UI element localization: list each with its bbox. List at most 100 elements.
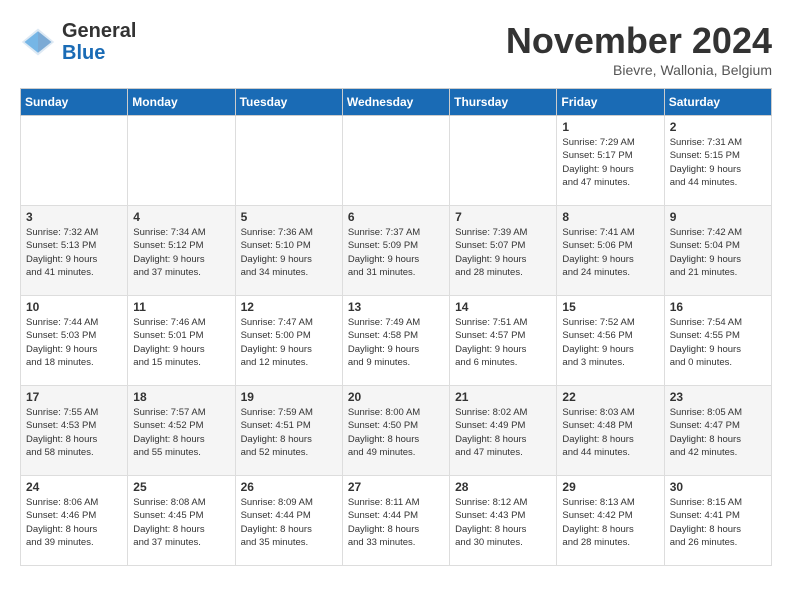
day-info: Sunrise: 7:36 AM Sunset: 5:10 PM Dayligh… [241, 226, 337, 279]
day-number: 30 [670, 480, 766, 494]
day-info: Sunrise: 7:39 AM Sunset: 5:07 PM Dayligh… [455, 226, 551, 279]
day-info: Sunrise: 7:32 AM Sunset: 5:13 PM Dayligh… [26, 226, 122, 279]
day-info: Sunrise: 7:34 AM Sunset: 5:12 PM Dayligh… [133, 226, 229, 279]
calendar-cell: 30 Sunrise: 8:15 AM Sunset: 4:41 PM Dayli… [664, 476, 771, 566]
day-number: 28 [455, 480, 551, 494]
calendar-cell [21, 116, 128, 206]
calendar-table: SundayMondayTuesdayWednesdayThursdayFrid… [20, 88, 772, 566]
calendar-cell: 18Sunrise: 7:57 AM Sunset: 4:52 PM Dayli… [128, 386, 235, 476]
calendar-cell: 4Sunrise: 7:34 AM Sunset: 5:12 PM Daylig… [128, 206, 235, 296]
logo-text: General Blue [62, 20, 136, 64]
day-number: 15 [562, 300, 658, 314]
day-info: Sunrise: 8:08 AM Sunset: 4:45 PM Dayligh… [133, 496, 229, 549]
calendar-week-1: 1 Sunrise: 7:29 AM Sunset: 5:17 PM Daylig… [21, 116, 772, 206]
day-number: 9 [670, 210, 766, 224]
header-monday: Monday [128, 89, 235, 116]
day-number: 27 [348, 480, 444, 494]
day-number: 5 [241, 210, 337, 224]
day-number: 14 [455, 300, 551, 314]
day-number: 3 [26, 210, 122, 224]
day-info: Sunrise: 7:49 AM Sunset: 4:58 PM Dayligh… [348, 316, 444, 369]
header-thursday: Thursday [450, 89, 557, 116]
header-sunday: Sunday [21, 89, 128, 116]
day-number: 7 [455, 210, 551, 224]
day-info: Sunrise: 7:42 AM Sunset: 5:04 PM Dayligh… [670, 226, 766, 279]
calendar-cell: 9 Sunrise: 7:42 AM Sunset: 5:04 PM Daylig… [664, 206, 771, 296]
day-info: Sunrise: 7:31 AM Sunset: 5:15 PM Dayligh… [670, 136, 766, 189]
header-friday: Friday [557, 89, 664, 116]
day-info: Sunrise: 7:55 AM Sunset: 4:53 PM Dayligh… [26, 406, 122, 459]
calendar-cell [128, 116, 235, 206]
calendar-cell: 7 Sunrise: 7:39 AM Sunset: 5:07 PM Daylig… [450, 206, 557, 296]
day-number: 11 [133, 300, 229, 314]
calendar-cell: 20Sunrise: 8:00 AM Sunset: 4:50 PM Dayli… [342, 386, 449, 476]
day-info: Sunrise: 7:41 AM Sunset: 5:06 PM Dayligh… [562, 226, 658, 279]
calendar-cell [235, 116, 342, 206]
logo: General Blue [20, 20, 136, 64]
calendar-cell: 12 Sunrise: 7:47 AM Sunset: 5:00 PM Dayli… [235, 296, 342, 386]
day-info: Sunrise: 7:29 AM Sunset: 5:17 PM Dayligh… [562, 136, 658, 189]
day-number: 17 [26, 390, 122, 404]
day-info: Sunrise: 8:02 AM Sunset: 4:49 PM Dayligh… [455, 406, 551, 459]
day-number: 8 [562, 210, 658, 224]
month-title: November 2024 [506, 20, 772, 62]
logo-general: General [62, 20, 136, 42]
calendar-cell [342, 116, 449, 206]
day-info: Sunrise: 8:15 AM Sunset: 4:41 PM Dayligh… [670, 496, 766, 549]
calendar-cell: 11 Sunrise: 7:46 AM Sunset: 5:01 PM Dayli… [128, 296, 235, 386]
day-info: Sunrise: 8:00 AM Sunset: 4:50 PM Dayligh… [348, 406, 444, 459]
calendar-cell: 23 Sunrise: 8:05 AM Sunset: 4:47 PM Dayli… [664, 386, 771, 476]
day-info: Sunrise: 8:03 AM Sunset: 4:48 PM Dayligh… [562, 406, 658, 459]
day-info: Sunrise: 7:57 AM Sunset: 4:52 PM Dayligh… [133, 406, 229, 459]
calendar-cell: 22 Sunrise: 8:03 AM Sunset: 4:48 PM Dayli… [557, 386, 664, 476]
calendar-cell: 28Sunrise: 8:12 AM Sunset: 4:43 PM Dayli… [450, 476, 557, 566]
day-info: Sunrise: 8:11 AM Sunset: 4:44 PM Dayligh… [348, 496, 444, 549]
day-number: 13 [348, 300, 444, 314]
day-info: Sunrise: 8:09 AM Sunset: 4:44 PM Dayligh… [241, 496, 337, 549]
title-block: November 2024 Bievre, Wallonia, Belgium [506, 20, 772, 78]
calendar-cell: 3 Sunrise: 7:32 AM Sunset: 5:13 PM Daylig… [21, 206, 128, 296]
calendar-header-row: SundayMondayTuesdayWednesdayThursdayFrid… [21, 89, 772, 116]
calendar-cell: 6Sunrise: 7:37 AM Sunset: 5:09 PM Daylig… [342, 206, 449, 296]
day-number: 21 [455, 390, 551, 404]
day-number: 12 [241, 300, 337, 314]
calendar-cell: 26 Sunrise: 8:09 AM Sunset: 4:44 PM Dayli… [235, 476, 342, 566]
day-number: 16 [670, 300, 766, 314]
day-number: 22 [562, 390, 658, 404]
calendar-cell: 24 Sunrise: 8:06 AM Sunset: 4:46 PM Dayli… [21, 476, 128, 566]
calendar-cell: 17 Sunrise: 7:55 AM Sunset: 4:53 PM Dayli… [21, 386, 128, 476]
page-header: General Blue November 2024 Bievre, Wallo… [20, 20, 772, 78]
calendar-week-3: 10Sunrise: 7:44 AM Sunset: 5:03 PM Dayli… [21, 296, 772, 386]
day-info: Sunrise: 8:13 AM Sunset: 4:42 PM Dayligh… [562, 496, 658, 549]
header-saturday: Saturday [664, 89, 771, 116]
day-info: Sunrise: 7:52 AM Sunset: 4:56 PM Dayligh… [562, 316, 658, 369]
day-number: 24 [26, 480, 122, 494]
day-info: Sunrise: 7:54 AM Sunset: 4:55 PM Dayligh… [670, 316, 766, 369]
day-number: 26 [241, 480, 337, 494]
day-number: 2 [670, 120, 766, 134]
calendar-cell: 10Sunrise: 7:44 AM Sunset: 5:03 PM Dayli… [21, 296, 128, 386]
calendar-cell: 19Sunrise: 7:59 AM Sunset: 4:51 PM Dayli… [235, 386, 342, 476]
day-number: 25 [133, 480, 229, 494]
calendar-cell: 27 Sunrise: 8:11 AM Sunset: 4:44 PM Dayli… [342, 476, 449, 566]
calendar-cell: 5 Sunrise: 7:36 AM Sunset: 5:10 PM Daylig… [235, 206, 342, 296]
calendar-cell: 13 Sunrise: 7:49 AM Sunset: 4:58 PM Dayli… [342, 296, 449, 386]
logo-icon [20, 24, 56, 60]
calendar-cell: 29 Sunrise: 8:13 AM Sunset: 4:42 PM Dayli… [557, 476, 664, 566]
day-info: Sunrise: 7:51 AM Sunset: 4:57 PM Dayligh… [455, 316, 551, 369]
calendar-week-2: 3 Sunrise: 7:32 AM Sunset: 5:13 PM Daylig… [21, 206, 772, 296]
day-info: Sunrise: 8:06 AM Sunset: 4:46 PM Dayligh… [26, 496, 122, 549]
calendar-cell: 8 Sunrise: 7:41 AM Sunset: 5:06 PM Daylig… [557, 206, 664, 296]
day-info: Sunrise: 7:59 AM Sunset: 4:51 PM Dayligh… [241, 406, 337, 459]
day-info: Sunrise: 7:44 AM Sunset: 5:03 PM Dayligh… [26, 316, 122, 369]
calendar-cell: 14 Sunrise: 7:51 AM Sunset: 4:57 PM Dayli… [450, 296, 557, 386]
day-info: Sunrise: 7:37 AM Sunset: 5:09 PM Dayligh… [348, 226, 444, 279]
day-info: Sunrise: 7:47 AM Sunset: 5:00 PM Dayligh… [241, 316, 337, 369]
day-info: Sunrise: 7:46 AM Sunset: 5:01 PM Dayligh… [133, 316, 229, 369]
calendar-cell: 21 Sunrise: 8:02 AM Sunset: 4:49 PM Dayli… [450, 386, 557, 476]
day-number: 23 [670, 390, 766, 404]
day-info: Sunrise: 8:05 AM Sunset: 4:47 PM Dayligh… [670, 406, 766, 459]
day-number: 1 [562, 120, 658, 134]
day-number: 29 [562, 480, 658, 494]
location: Bievre, Wallonia, Belgium [506, 62, 772, 78]
